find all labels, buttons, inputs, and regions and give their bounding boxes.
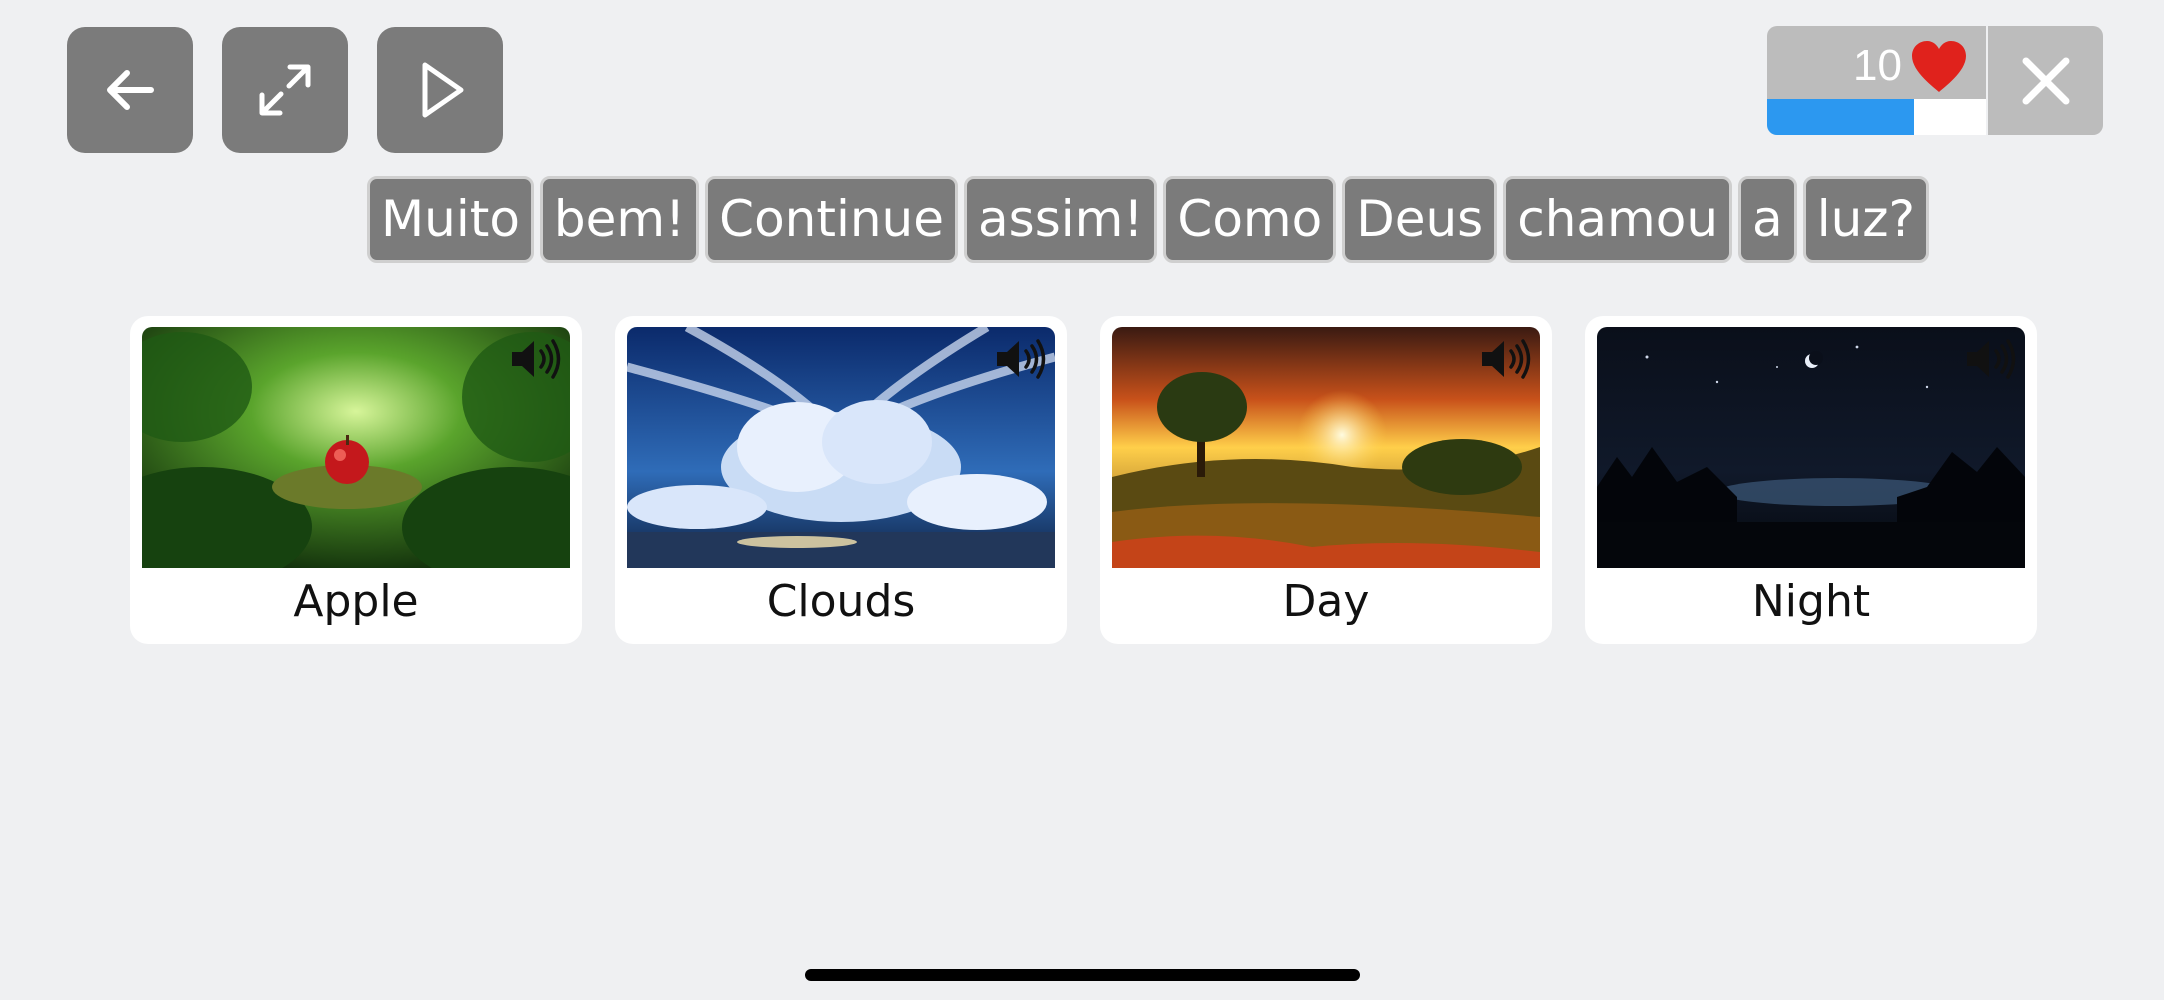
answer-card-day[interactable]: Day bbox=[1100, 316, 1552, 644]
speaker-icon[interactable] bbox=[508, 335, 564, 383]
word-chip[interactable]: Continue bbox=[705, 176, 959, 263]
card-label: Night bbox=[1751, 576, 1871, 627]
card-label: Apple bbox=[293, 576, 419, 627]
expand-arrows-icon bbox=[259, 64, 311, 116]
answer-card-night[interactable]: Night bbox=[1585, 316, 2037, 644]
clouds-sky-image bbox=[627, 327, 1055, 568]
progress-bar bbox=[1767, 99, 1986, 135]
lives-count: 10 bbox=[1853, 41, 1902, 90]
answer-card-clouds[interactable]: Clouds bbox=[615, 316, 1067, 644]
fullscreen-button[interactable] bbox=[222, 27, 348, 153]
play-button[interactable] bbox=[377, 27, 503, 153]
progress-bar-fill bbox=[1767, 99, 1914, 135]
apple-forest-image bbox=[142, 327, 570, 568]
word-chip[interactable]: Deus bbox=[1342, 176, 1498, 263]
word-chip[interactable]: bem! bbox=[539, 176, 700, 263]
home-indicator[interactable] bbox=[805, 969, 1360, 981]
word-chip[interactable]: luz? bbox=[1802, 176, 1930, 263]
speaker-icon[interactable] bbox=[1963, 335, 2019, 383]
night-landscape-image bbox=[1597, 327, 2025, 568]
close-x-icon bbox=[2022, 57, 2069, 104]
sentence-prompt: Muito bem! Continue assim! Como Deus chamou a lu… bbox=[367, 176, 1930, 263]
speaker-icon[interactable] bbox=[993, 335, 1049, 383]
heart-icon bbox=[1908, 38, 1970, 94]
sunset-landscape-image bbox=[1112, 327, 1540, 568]
play-triangle-icon bbox=[422, 62, 464, 118]
word-chip[interactable]: chamou bbox=[1503, 176, 1733, 263]
card-label: Clouds bbox=[766, 576, 916, 627]
card-label: Day bbox=[1282, 576, 1370, 627]
arrow-left-icon bbox=[107, 70, 154, 110]
answer-cards: Apple Clouds Day Night bbox=[130, 316, 2037, 644]
close-button[interactable] bbox=[1988, 26, 2103, 135]
word-chip[interactable]: Muito bbox=[367, 176, 534, 263]
lives-panel: 10 bbox=[1767, 26, 1986, 135]
word-chip[interactable]: a bbox=[1738, 176, 1797, 263]
back-button[interactable] bbox=[67, 27, 193, 153]
word-chip[interactable]: Como bbox=[1163, 176, 1337, 263]
word-chip[interactable]: assim! bbox=[964, 176, 1158, 263]
answer-card-apple[interactable]: Apple bbox=[130, 316, 582, 644]
speaker-icon[interactable] bbox=[1478, 335, 1534, 383]
